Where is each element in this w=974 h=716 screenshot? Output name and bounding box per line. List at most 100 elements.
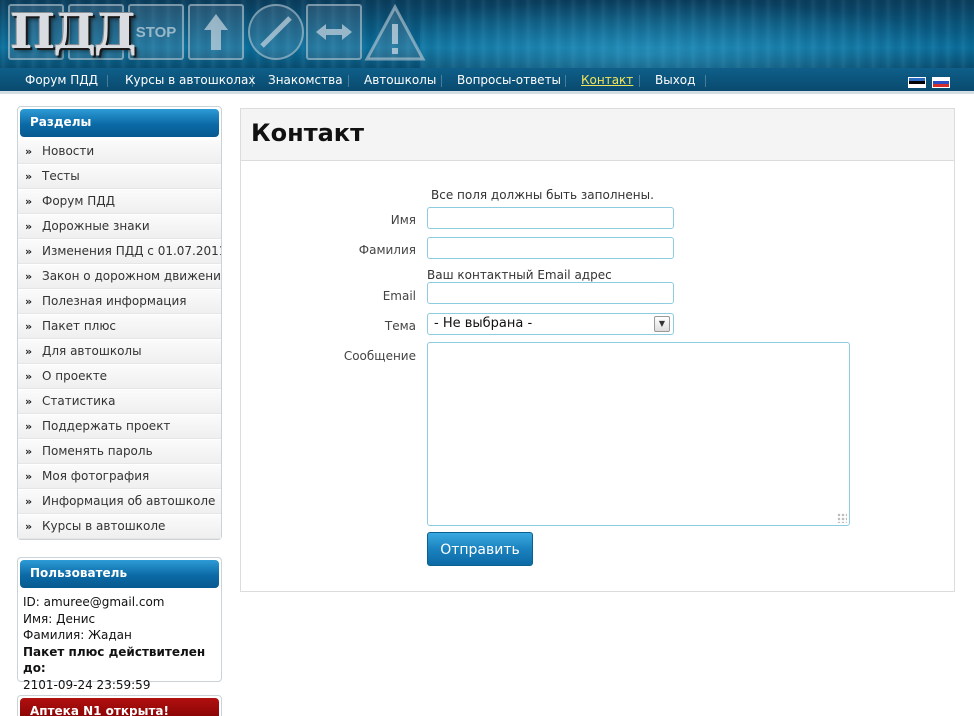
double-chevron-icon: »	[25, 520, 33, 533]
sidebar-item-label: Статистика	[42, 394, 116, 408]
topic-label: Тема	[384, 319, 416, 333]
sidebar-item-change-password[interactable]: » Поменять пароль	[18, 439, 221, 464]
nav-divider	[705, 75, 706, 87]
arrow-up-sign-icon	[188, 4, 244, 60]
russian-flag-icon[interactable]	[932, 77, 950, 88]
sidebar-item-label: Информация об автошколе	[42, 494, 216, 508]
sidebar-item-useful-info[interactable]: » Полезная информация	[18, 289, 221, 314]
sidebar-item-support[interactable]: » Поддержать проект	[18, 414, 221, 439]
double-chevron-icon: »	[25, 295, 33, 308]
nav-contact[interactable]: Контакт	[581, 73, 633, 87]
double-chevron-icon: »	[25, 495, 33, 508]
email-field[interactable]	[427, 282, 674, 304]
sections-menu: » Новости » Тесты » Форум ПДД » Дорожные зна…	[18, 139, 221, 539]
sidebar-item-forum[interactable]: » Форум ПДД	[18, 189, 221, 214]
nav-dating[interactable]: Знакомства	[268, 73, 343, 87]
name-field[interactable]	[427, 207, 674, 229]
sections-title: Разделы	[20, 109, 219, 137]
sidebar-item-label: Дорожные знаки	[42, 219, 150, 233]
plus-package-date: 2101-09-24 23:59:59	[23, 677, 151, 692]
nav-driving-courses[interactable]: Курсы в автошколах	[125, 73, 255, 87]
double-chevron-icon: »	[25, 320, 33, 333]
sidebar-item-label: Для автошколы	[42, 344, 142, 358]
top-navigation: Форум ПДД Курсы в автошколах Знакомства …	[0, 68, 974, 94]
double-chevron-icon: »	[25, 470, 33, 483]
topic-select[interactable]: - Не выбрана - ▼	[427, 313, 674, 335]
required-note: Все поля должны быть заполнены.	[431, 188, 654, 202]
sidebar-item-road-signs[interactable]: » Дорожные знаки	[18, 214, 221, 239]
user-id: ID: amuree@gmail.com	[23, 595, 165, 609]
sidebar-item-label: Поменять пароль	[42, 444, 153, 458]
nav-divider	[107, 75, 108, 87]
sidebar-item-label: Полезная информация	[42, 294, 187, 308]
nav-forum[interactable]: Форум ПДД	[25, 73, 98, 87]
stop-sign-icon: STOP	[128, 4, 184, 60]
sidebar-item-label: Моя фотография	[42, 469, 150, 483]
double-chevron-icon: »	[25, 370, 33, 383]
sidebar-item-my-photo[interactable]: » Моя фотография	[18, 464, 221, 489]
surname-label: Фамилия	[358, 243, 416, 257]
pharmacy-title[interactable]: Аптека N1 открыта!	[20, 698, 219, 716]
double-chevron-icon: »	[25, 420, 33, 433]
contact-panel: Контакт Все поля должны быть заполнены. …	[240, 108, 955, 592]
stop-sign-text: STOP	[135, 23, 177, 41]
nav-divider	[565, 75, 566, 87]
user-surname: Фамилия: Жадан	[23, 628, 132, 642]
warning-sign-icon	[364, 3, 426, 62]
estonian-flag-icon[interactable]	[908, 77, 926, 88]
sidebar-item-rule-changes[interactable]: » Изменения ПДД с 01.07.2011 г.	[18, 239, 221, 264]
surname-field[interactable]	[427, 237, 674, 259]
two-way-arrow-sign-icon	[306, 4, 362, 60]
double-chevron-icon: »	[25, 345, 33, 358]
topic-select-value: - Не выбрана -	[434, 316, 533, 331]
nav-divider	[639, 75, 640, 87]
double-chevron-icon: »	[25, 245, 33, 258]
sidebar-item-school-info[interactable]: » Информация об автошколе	[18, 489, 221, 514]
resize-handle-icon[interactable]	[837, 513, 847, 523]
nav-driving-schools[interactable]: Автошколы	[364, 73, 436, 87]
sidebar-item-label: Форум ПДД	[42, 194, 116, 208]
nav-divider	[348, 75, 349, 87]
user-name: Имя: Денис	[23, 611, 96, 626]
email-label: Email	[382, 289, 416, 303]
end-restrictions-sign-icon	[248, 4, 304, 60]
nav-divider	[252, 75, 253, 87]
message-textarea[interactable]	[427, 342, 850, 526]
site-logo[interactable]: ПДД	[10, 8, 137, 56]
double-chevron-icon: »	[25, 395, 33, 408]
double-chevron-icon: »	[25, 195, 33, 208]
page-title: Контакт	[251, 119, 364, 147]
double-chevron-icon: »	[25, 270, 33, 283]
email-hint: Ваш контактный Email адрес	[427, 268, 612, 282]
sidebar-item-label: Изменения ПДД с 01.07.2011 г.	[42, 244, 221, 258]
sidebar-item-label: Тесты	[42, 169, 80, 183]
sidebar-item-plus-package[interactable]: » Пакет плюс	[18, 314, 221, 339]
pharmacy-box: Аптека N1 открыта!	[17, 695, 222, 716]
sections-box: Разделы » Новости » Тесты » Форум ПДД » Доро…	[17, 106, 222, 540]
chevron-down-icon[interactable]: ▼	[654, 316, 670, 332]
message-label: Сообщение	[343, 349, 416, 363]
sidebar-item-label: Поддержать проект	[42, 419, 171, 433]
sidebar-item-tests[interactable]: » Тесты	[18, 164, 221, 189]
panel-header: Контакт	[241, 109, 954, 161]
double-chevron-icon: »	[25, 145, 33, 158]
site-header: STOP ПДД	[0, 0, 974, 68]
sidebar-item-label: Курсы в автошколе	[42, 519, 166, 533]
sidebar-item-traffic-law[interactable]: » Закон о дорожном движении	[18, 264, 221, 289]
nav-questions-answers[interactable]: Вопросы-ответы	[457, 73, 561, 87]
sidebar-item-statistics[interactable]: » Статистика	[18, 389, 221, 414]
user-info: ID: amuree@gmail.com Имя: Денис Фамилия:…	[18, 590, 221, 699]
header-glow	[420, 0, 974, 68]
sidebar-item-label: Новости	[42, 144, 95, 158]
double-chevron-icon: »	[25, 220, 33, 233]
plus-package-label: Пакет плюс действителен до:	[23, 644, 206, 676]
sidebar-item-news[interactable]: » Новости	[18, 139, 221, 164]
sidebar-item-school-courses[interactable]: » Курсы в автошколе	[18, 514, 221, 539]
sidebar-item-label: Закон о дорожном движении	[42, 269, 221, 283]
submit-button[interactable]: Отправить	[427, 532, 533, 566]
sidebar-item-label: Пакет плюс	[42, 319, 117, 333]
sidebar-item-about[interactable]: » О проекте	[18, 364, 221, 389]
sidebar-item-for-school[interactable]: » Для автошколы	[18, 339, 221, 364]
nav-logout[interactable]: Выход	[655, 73, 695, 87]
user-title: Пользователь	[20, 560, 219, 588]
